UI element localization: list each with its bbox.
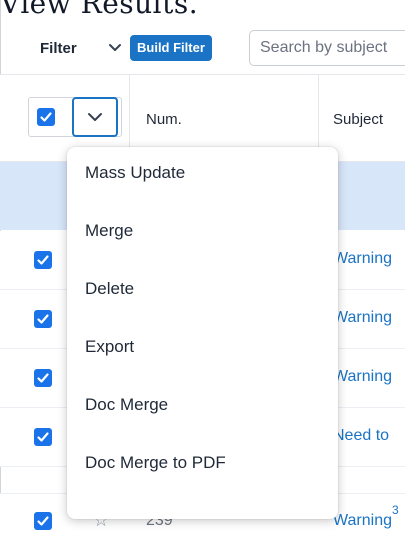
chevron-down-icon[interactable] [107,40,123,56]
column-header-num[interactable]: Num. [146,111,182,128]
row-checkbox[interactable] [34,428,52,446]
row-superscript: 3 [392,503,399,517]
list-view: View Results. Filter Build Filter Num. S… [0,0,405,541]
row-checkbox[interactable] [34,512,52,530]
bulk-actions-toggle[interactable] [72,97,118,137]
menu-item-doc-merge[interactable]: Doc Merge [85,395,168,415]
chevron-down-icon [88,113,102,121]
menu-item-doc-merge-to-pdf[interactable]: Doc Merge to PDF [85,453,226,473]
row-checkbox[interactable] [34,251,52,269]
row-checkbox[interactable] [34,310,52,328]
column-header-subject[interactable]: Subject [333,111,383,128]
filter-toolbar: Filter Build Filter [0,24,405,75]
subject-link[interactable]: Warning [333,250,392,268]
filter-button[interactable]: Filter [40,40,77,57]
menu-item-export[interactable]: Export [85,337,134,357]
bulk-actions-menu: Mass Update Merge Delete Export Doc Merg… [67,147,338,519]
subject-link[interactable]: Warning [333,368,392,386]
build-filter-button[interactable]: Build Filter [130,35,212,61]
search-input[interactable] [249,30,405,66]
subject-link[interactable]: Warning [333,309,392,327]
row-checkbox[interactable] [34,369,52,387]
menu-item-mass-update[interactable]: Mass Update [85,163,185,183]
menu-item-merge[interactable]: Merge [85,221,133,241]
subject-link[interactable]: Need to [333,427,389,445]
select-all-checkbox[interactable] [37,108,55,126]
subject-link[interactable]: Warning [333,512,392,530]
page-heading: View Results. [0,0,199,20]
menu-item-delete[interactable]: Delete [85,279,134,299]
